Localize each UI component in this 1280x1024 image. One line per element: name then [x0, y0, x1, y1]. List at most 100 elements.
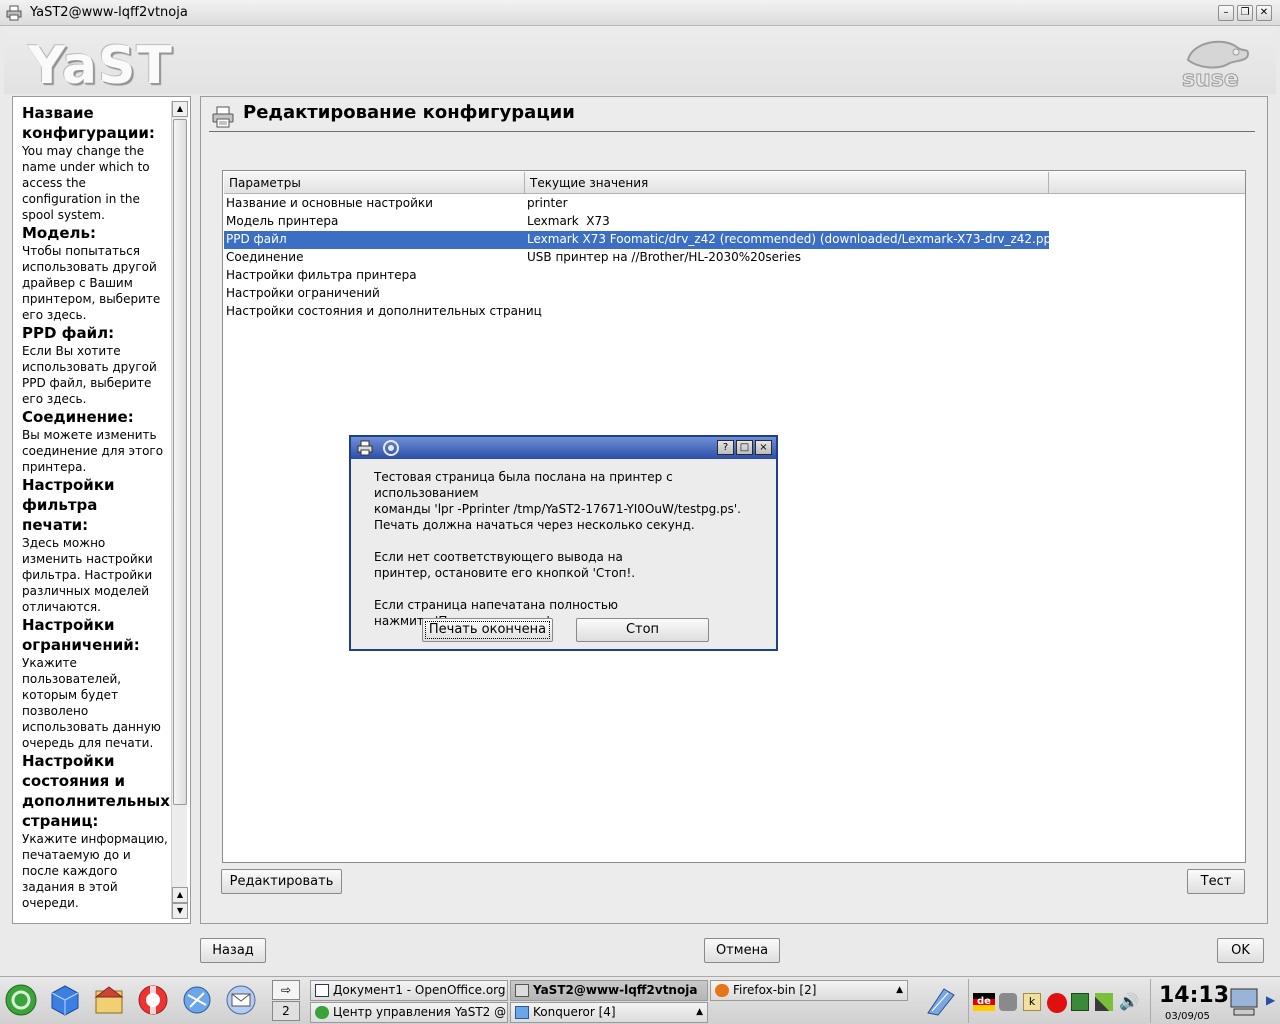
document-icon — [315, 984, 329, 997]
edit-button[interactable]: Редактировать — [221, 869, 342, 894]
table-row[interactable]: Настройки фильтра принтера — [224, 267, 1244, 285]
folder-icon — [515, 1006, 529, 1019]
klipper-icon[interactable]: k — [1023, 993, 1041, 1011]
scroll-down-button[interactable]: ▼ — [172, 903, 188, 919]
help-section: Настройки ограничений: Укажите пользоват… — [22, 615, 168, 751]
row-param: Соединение — [226, 250, 304, 264]
row-param: PPD файл — [224, 231, 525, 249]
table-row-selected[interactable]: PPD файл Lexmark X73 Foomatic/drv_z42 (r… — [224, 231, 1244, 249]
maximize-dialog-button[interactable]: □ — [736, 440, 753, 455]
table-row[interactable]: Соединение USB принтер на //Brother/HL-2… — [224, 249, 1244, 267]
help-section: Соединение: Вы можете изменить соединени… — [22, 407, 168, 475]
window-title: YaST2@www-lqff2vtnoja — [30, 5, 188, 20]
table-row[interactable]: Модель принтера Lexmark X73 — [224, 213, 1244, 231]
column-header-values[interactable]: Текущие значения — [525, 172, 1049, 194]
task-label: Konqueror [4] — [533, 1005, 616, 1019]
task-label: Документ1 - OpenOffice.org — [333, 983, 506, 997]
power-plug-icon[interactable] — [1095, 993, 1113, 1011]
pin-icon[interactable] — [381, 439, 401, 457]
scroll-up-button[interactable]: ▲ — [172, 101, 188, 117]
help-lifebuoy-icon[interactable] — [136, 983, 170, 1017]
network-icon[interactable] — [999, 993, 1017, 1011]
page-title: Редактирование конфигурации — [243, 102, 575, 123]
keyboard-layout-indicator[interactable]: de — [973, 993, 995, 1011]
monitor-icon[interactable] — [1071, 993, 1089, 1011]
help-scrollbar[interactable]: ▲ ▲ ▼ — [171, 101, 188, 919]
minimize-button[interactable]: – — [1218, 5, 1234, 21]
group-arrow-icon[interactable]: ▲ — [896, 981, 903, 1000]
row-param: Название и основные настройки — [226, 196, 433, 210]
row-value — [525, 267, 1049, 285]
print-done-button[interactable]: Печать окончена — [422, 618, 553, 642]
scroll-up-button-lower[interactable]: ▲ — [172, 887, 188, 903]
task-openoffice[interactable]: Документ1 - OpenOffice.org — [310, 980, 508, 1001]
printer-icon — [357, 440, 373, 456]
konqueror-icon[interactable] — [180, 983, 214, 1017]
window-titlebar[interactable]: YaST2@www-lqff2vtnoja – ❐ ✕ — [0, 0, 1280, 26]
help-section: Настройки фильтра печати: Здесь можно из… — [22, 475, 168, 615]
test-button[interactable]: Тест — [1187, 869, 1245, 894]
yast-banner: YaST suse — [4, 26, 1276, 96]
table-row[interactable]: Название и основные настройки printer — [224, 195, 1244, 213]
close-dialog-button[interactable]: × — [755, 440, 772, 455]
help-section-body: You may change the name under which to a… — [22, 144, 150, 222]
kde-menu-icon[interactable] — [4, 983, 38, 1017]
speaker-icon[interactable]: 🔊 — [1119, 993, 1139, 1011]
task-label: YaST2@www-lqff2vtnoja — [533, 983, 698, 997]
printer-icon — [212, 106, 234, 128]
clock[interactable]: 14:13 03/09/05 — [1150, 979, 1229, 1023]
help-section: PPD файл: Если Вы хотите использовать др… — [22, 323, 168, 407]
clock-date: 03/09/05 — [1165, 1011, 1210, 1022]
column-header-empty[interactable] — [1049, 172, 1245, 194]
task-yast-control-center[interactable]: Центр управления YaST2 @ — [310, 1002, 508, 1023]
window-icon: ⇨ — [280, 983, 292, 997]
group-arrow-icon[interactable]: ▲ — [696, 1003, 703, 1022]
task-konqueror[interactable]: Konqueror [4] ▲ — [510, 1002, 708, 1023]
help-section: Модель: Чтобы попытаться использовать др… — [22, 223, 168, 323]
back-button[interactable]: Назад — [200, 938, 266, 963]
help-section-body: Если Вы хотите использовать другой PPD ф… — [22, 344, 157, 406]
help-section-body: Укажите пользователей, которым будет поз… — [22, 656, 161, 750]
help-section-body: Чтобы попытаться использовать другой дра… — [22, 244, 161, 322]
row-param: Настройки состояния и дополнительных стр… — [226, 304, 542, 318]
close-window-button[interactable]: ✕ — [1256, 5, 1272, 21]
row-param: Настройки фильтра принтера — [226, 268, 417, 282]
table-row[interactable]: Настройки ограничений — [224, 285, 1244, 303]
record-icon[interactable] — [1047, 993, 1067, 1013]
stop-button[interactable]: Стоп — [576, 618, 709, 642]
restore-button[interactable]: ❐ — [1237, 5, 1253, 21]
help-pane[interactable]: Назваие конфигурации: You may change the… — [12, 96, 191, 924]
cancel-button[interactable]: Отмена — [704, 938, 780, 963]
row-value: printer — [527, 196, 568, 210]
scrollbar-thumb[interactable] — [173, 119, 187, 805]
help-section-body: Здесь можно изменить настройки фильтра. … — [22, 536, 153, 614]
desktop-pager-1[interactable]: ⇨ — [272, 980, 300, 1000]
task-yast[interactable]: YaST2@www-lqff2vtnoja — [510, 980, 708, 1001]
help-section-title: Настройки состояния и дополнительных стр… — [22, 752, 170, 830]
yast-logo: YaST — [28, 36, 173, 96]
row-value: USB принтер на //Brother/HL-2030%20serie… — [527, 250, 801, 264]
cube-icon[interactable] — [48, 983, 82, 1017]
help-section: Настройки состояния и дополнительных стр… — [22, 751, 170, 911]
expand-arrow-icon[interactable]: ▶ — [1266, 993, 1275, 1007]
task-label: Firefox-bin [2] — [733, 983, 817, 997]
computer-icon[interactable] — [1228, 985, 1260, 1017]
task-firefox[interactable]: Firefox-bin [2] ▲ — [710, 980, 908, 1001]
help-section-title: Модель: — [22, 224, 96, 242]
help-section-title: Соединение: — [22, 408, 134, 426]
help-icon-button[interactable]: ? — [717, 440, 734, 455]
mail-icon[interactable] — [224, 983, 258, 1017]
desktop-pager-2[interactable]: 2 — [272, 1001, 300, 1021]
ok-button[interactable]: OK — [1217, 938, 1264, 963]
row-param: Настройки ограничений — [226, 286, 380, 300]
table-row[interactable]: Настройки состояния и дополнительных стр… — [224, 303, 1244, 321]
help-text: Назваие конфигурации: You may change the… — [22, 103, 170, 911]
clipboard-icon[interactable] — [924, 985, 958, 1017]
help-section: Назваие конфигурации: You may change the… — [22, 103, 168, 223]
home-folder-icon[interactable] — [92, 983, 126, 1017]
column-header-params[interactable]: Параметры — [224, 172, 525, 194]
suse-logo: suse — [1182, 40, 1250, 90]
test-print-dialog[interactable]: ? □ × Тестовая страница была послана на … — [349, 435, 778, 651]
dialog-titlebar[interactable]: ? □ × — [351, 437, 776, 459]
row-value: Lexmark X73 Foomatic/drv_z42 (recommende… — [525, 231, 1063, 249]
